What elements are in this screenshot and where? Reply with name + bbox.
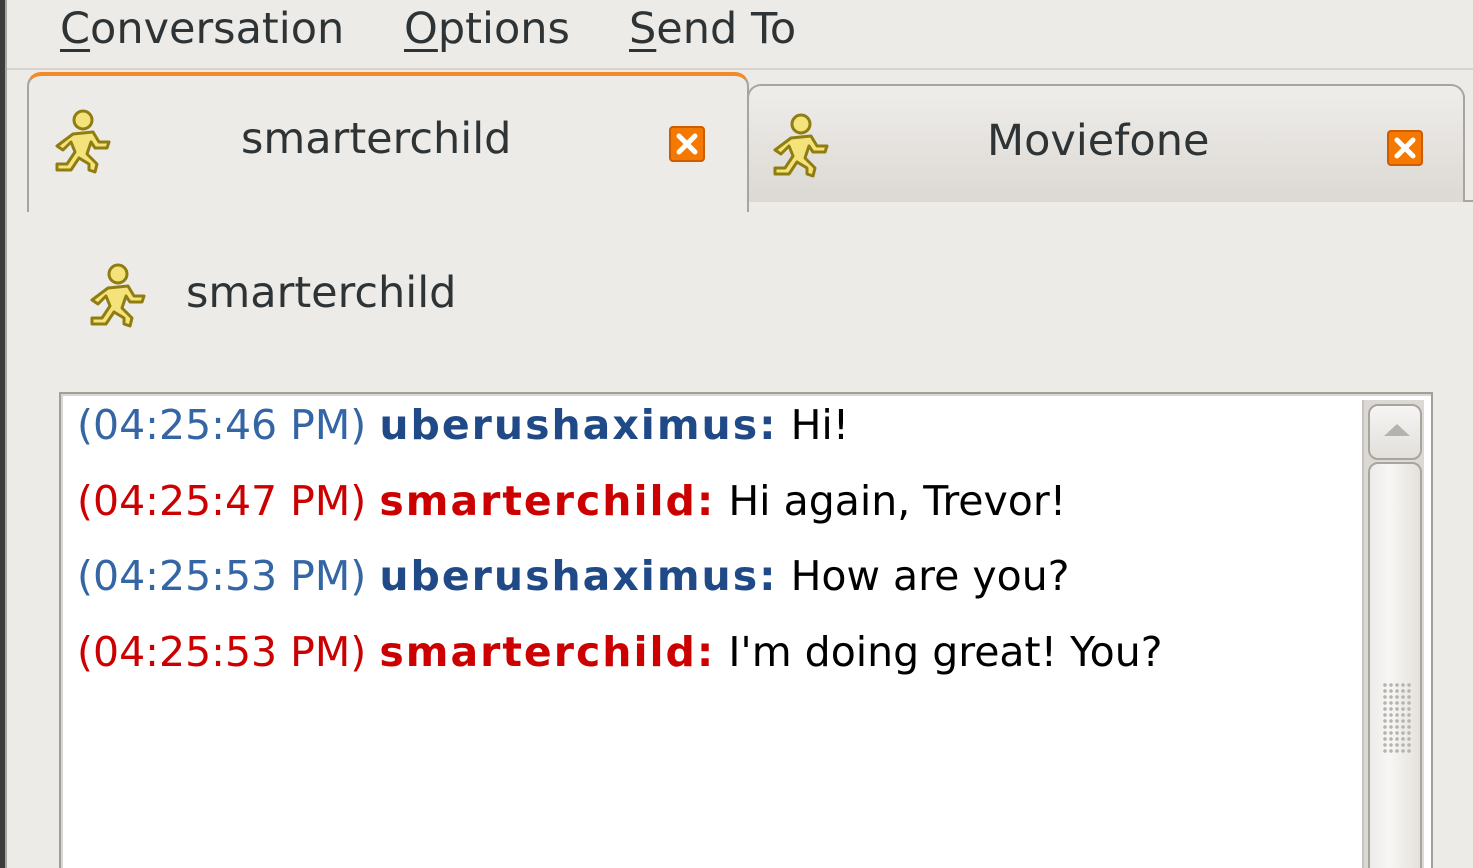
chat-message: (04:25:53 PM) uberushaximus: How are you… bbox=[77, 551, 1070, 601]
chat-message: (04:25:53 PM) smarterchild: I'm doing gr… bbox=[77, 627, 1163, 677]
menu-bar: Conversation Options Send To bbox=[7, 0, 1473, 70]
menu-options[interactable]: Options bbox=[404, 3, 570, 55]
message-timestamp: (04:25:46 PM) bbox=[77, 401, 367, 449]
scroll-thumb[interactable] bbox=[1368, 462, 1422, 868]
menu-options-mnemonic: O bbox=[404, 4, 438, 54]
chat-message: (04:25:47 PM) smarterchild: Hi again, Tr… bbox=[77, 476, 1066, 526]
menu-conversation-mnemonic: C bbox=[60, 4, 91, 54]
menu-send-to-mnemonic: S bbox=[629, 4, 657, 54]
message-sender: uberushaximus: bbox=[379, 401, 778, 449]
tab-label: Moviefone bbox=[987, 116, 1210, 166]
message-text: Hi again, Trevor! bbox=[715, 477, 1067, 525]
close-icon[interactable] bbox=[1387, 130, 1423, 166]
close-icon[interactable] bbox=[669, 126, 705, 162]
tab-moviefone[interactable]: Moviefone bbox=[747, 84, 1465, 202]
message-sender: smarterchild: bbox=[379, 477, 716, 525]
scroll-up-button[interactable] bbox=[1368, 404, 1422, 460]
message-text: I'm doing great! You? bbox=[715, 628, 1163, 676]
chat-message: (04:25:46 PM) uberushaximus: Hi! bbox=[77, 400, 849, 450]
message-text: How are you? bbox=[777, 552, 1070, 600]
tab-smarterchild[interactable]: smarterchild bbox=[27, 72, 749, 212]
conversation-window: Conversation Options Send To smarterchil… bbox=[0, 0, 1473, 868]
window-border bbox=[0, 0, 7, 868]
menu-options-label: ptions bbox=[437, 4, 570, 54]
menu-send-to-label: end To bbox=[656, 4, 797, 54]
message-timestamp: (04:25:53 PM) bbox=[77, 552, 367, 600]
message-sender: smarterchild: bbox=[379, 628, 716, 676]
menu-send-to[interactable]: Send To bbox=[629, 3, 796, 55]
message-timestamp: (04:25:47 PM) bbox=[77, 477, 367, 525]
menu-conversation[interactable]: Conversation bbox=[60, 3, 344, 55]
grip-icon bbox=[1382, 682, 1412, 754]
chat-scrollbar[interactable] bbox=[1362, 400, 1424, 868]
aim-running-man-icon bbox=[55, 109, 111, 174]
buddy-name-header: smarterchild bbox=[186, 268, 457, 318]
menu-conversation-label: onversation bbox=[90, 4, 345, 54]
message-sender: uberushaximus: bbox=[379, 552, 778, 600]
aim-running-man-icon bbox=[773, 113, 829, 178]
message-timestamp: (04:25:53 PM) bbox=[77, 628, 367, 676]
tab-label: smarterchild bbox=[241, 114, 512, 164]
chat-history[interactable]: (04:25:46 PM) uberushaximus: Hi! (04:25:… bbox=[59, 392, 1433, 868]
message-text: Hi! bbox=[777, 401, 850, 449]
aim-running-man-icon bbox=[90, 263, 146, 328]
